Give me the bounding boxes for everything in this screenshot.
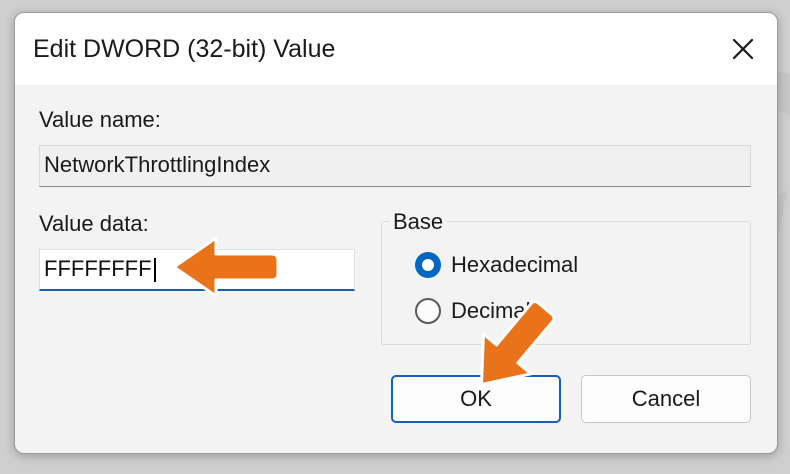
cancel-button[interactable]: Cancel [581, 375, 751, 423]
base-group [381, 221, 751, 345]
close-icon [732, 38, 754, 60]
edit-dword-dialog: Edit DWORD (32-bit) Value Value name: Ne… [14, 12, 778, 454]
dialog-title: Edit DWORD (32-bit) Value [33, 35, 336, 63]
radio-decimal[interactable]: Decimal [415, 298, 530, 324]
radio-decimal-label: Decimal [451, 298, 531, 323]
text-caret [153, 258, 156, 283]
value-data-label: Value data: [39, 211, 149, 236]
radio-hexadecimal-label: Hexadecimal [451, 252, 579, 277]
value-data-input[interactable]: FFFFFFFF [39, 249, 355, 291]
close-button[interactable] [723, 31, 763, 67]
value-name-label: Value name: [39, 107, 161, 132]
base-legend: Base [389, 209, 448, 235]
radio-checked-icon [415, 252, 441, 278]
radio-hexadecimal[interactable]: Hexadecimal [415, 252, 578, 278]
ok-button[interactable]: OK [391, 375, 561, 423]
value-data-text: FFFFFFFF [44, 256, 152, 281]
title-bar: Edit DWORD (32-bit) Value [15, 13, 777, 85]
value-name-field[interactable]: NetworkThrottlingIndex [39, 145, 751, 187]
radio-unchecked-icon [415, 298, 441, 324]
